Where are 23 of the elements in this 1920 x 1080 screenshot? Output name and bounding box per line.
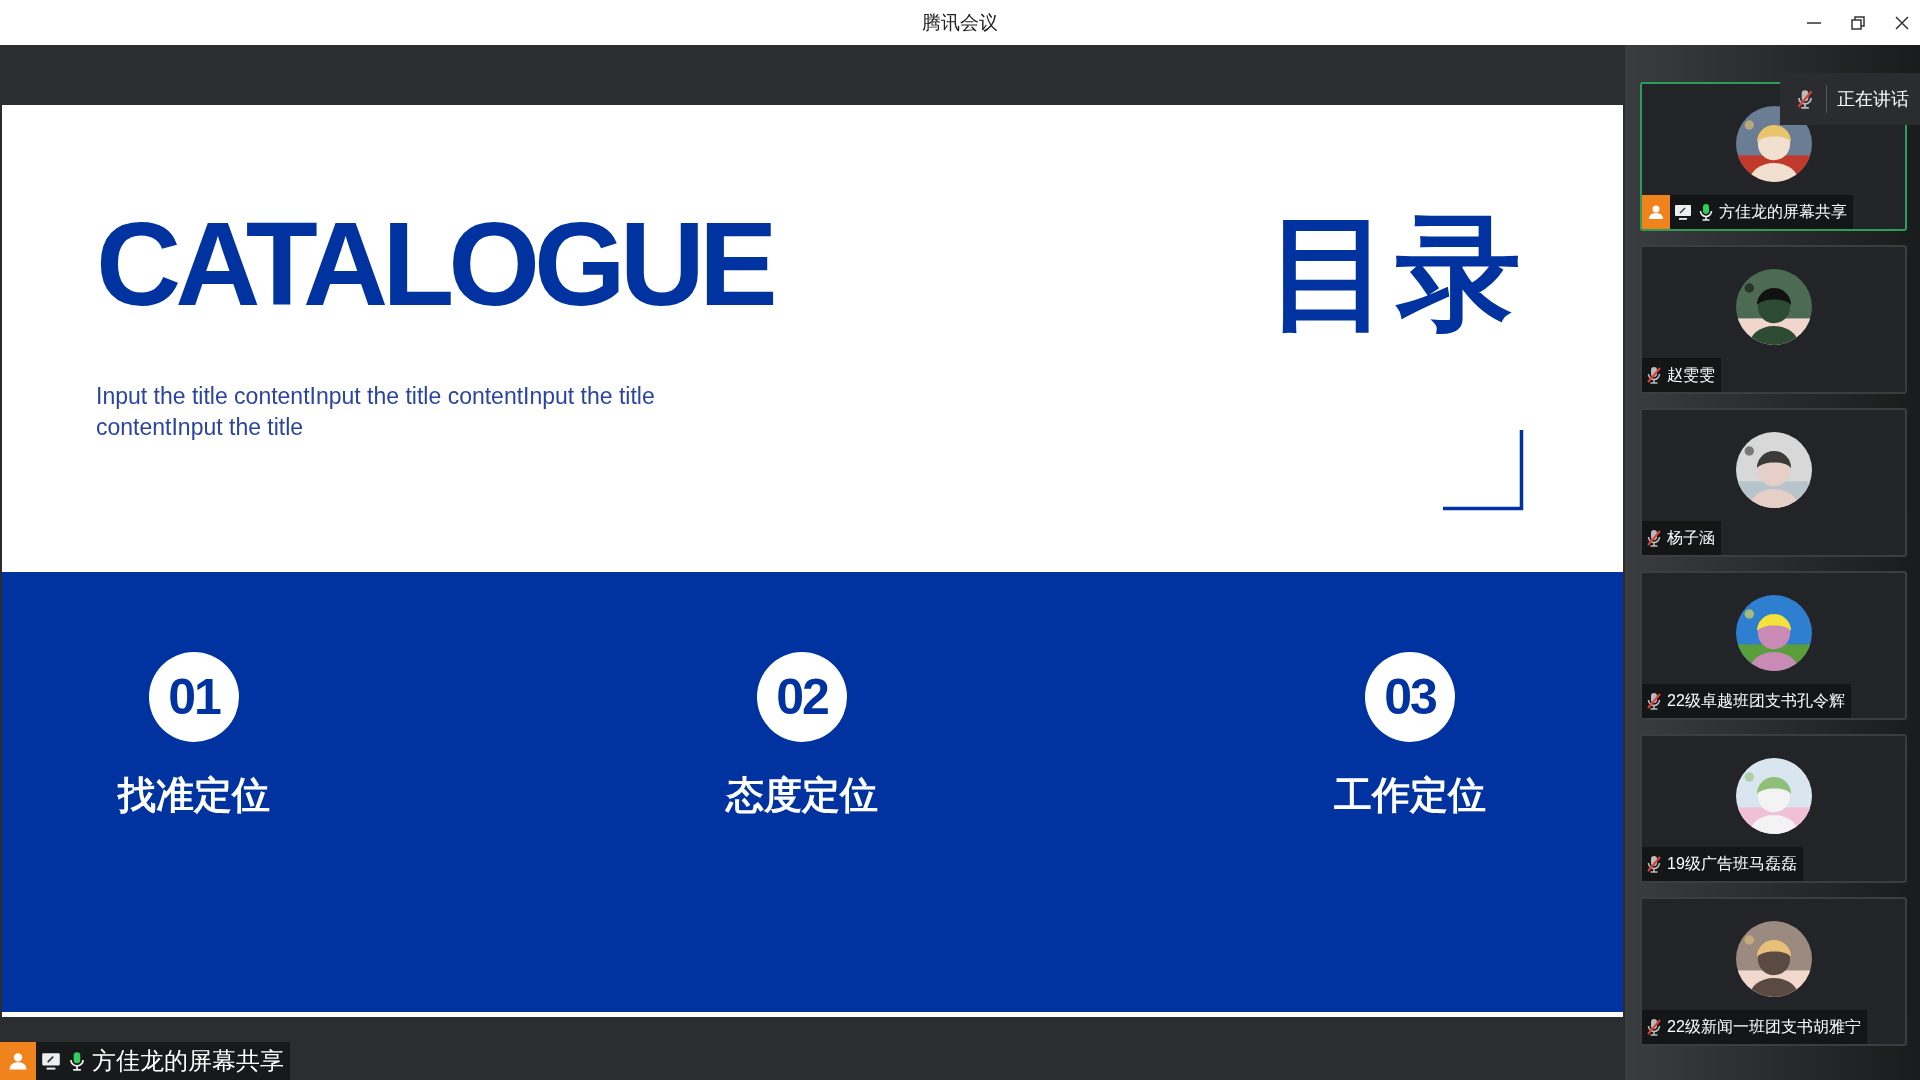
participant-name: 19级广告班马磊磊	[1667, 853, 1797, 874]
participant-name: 22级卓越班团支书孔令辉	[1667, 690, 1845, 711]
window-title: 腾讯会议	[922, 10, 998, 35]
section-label: 找准定位	[118, 773, 270, 818]
section-label: 态度定位	[726, 773, 878, 818]
participant-name: 22级新闻一班团支书胡雅宁	[1667, 1016, 1861, 1037]
share-name: 方佳龙的屏幕共享	[92, 1046, 284, 1076]
participant-name: 杨子涵	[1667, 527, 1715, 548]
speaking-label: 正在讲话	[1837, 88, 1909, 111]
participant-tile[interactable]: 赵雯雯	[1640, 245, 1907, 394]
number-circle: 01	[149, 652, 239, 742]
section-label: 工作定位	[1334, 773, 1486, 818]
participant-name: 方佳龙的屏幕共享	[1719, 201, 1847, 222]
number-circle: 03	[1365, 652, 1455, 742]
participant-tile[interactable]: 19级广告班马磊磊	[1640, 734, 1907, 883]
slide-subtitle: Input the title contentInput the title contentInput the title contentInput the title	[96, 382, 656, 442]
participant-name: 赵雯雯	[1667, 364, 1715, 385]
slide-title-chinese: 目录	[1267, 210, 1525, 335]
participant-tile[interactable]: 22级卓越班团支书孔令辉	[1640, 571, 1907, 720]
number-circle: 02	[757, 652, 847, 742]
participant-tile[interactable]: 22级新闻一班团支书胡雅宁	[1640, 897, 1907, 1046]
slide-title: CATALOGUE	[96, 205, 772, 323]
participant-tile[interactable]: 杨子涵	[1640, 408, 1907, 557]
